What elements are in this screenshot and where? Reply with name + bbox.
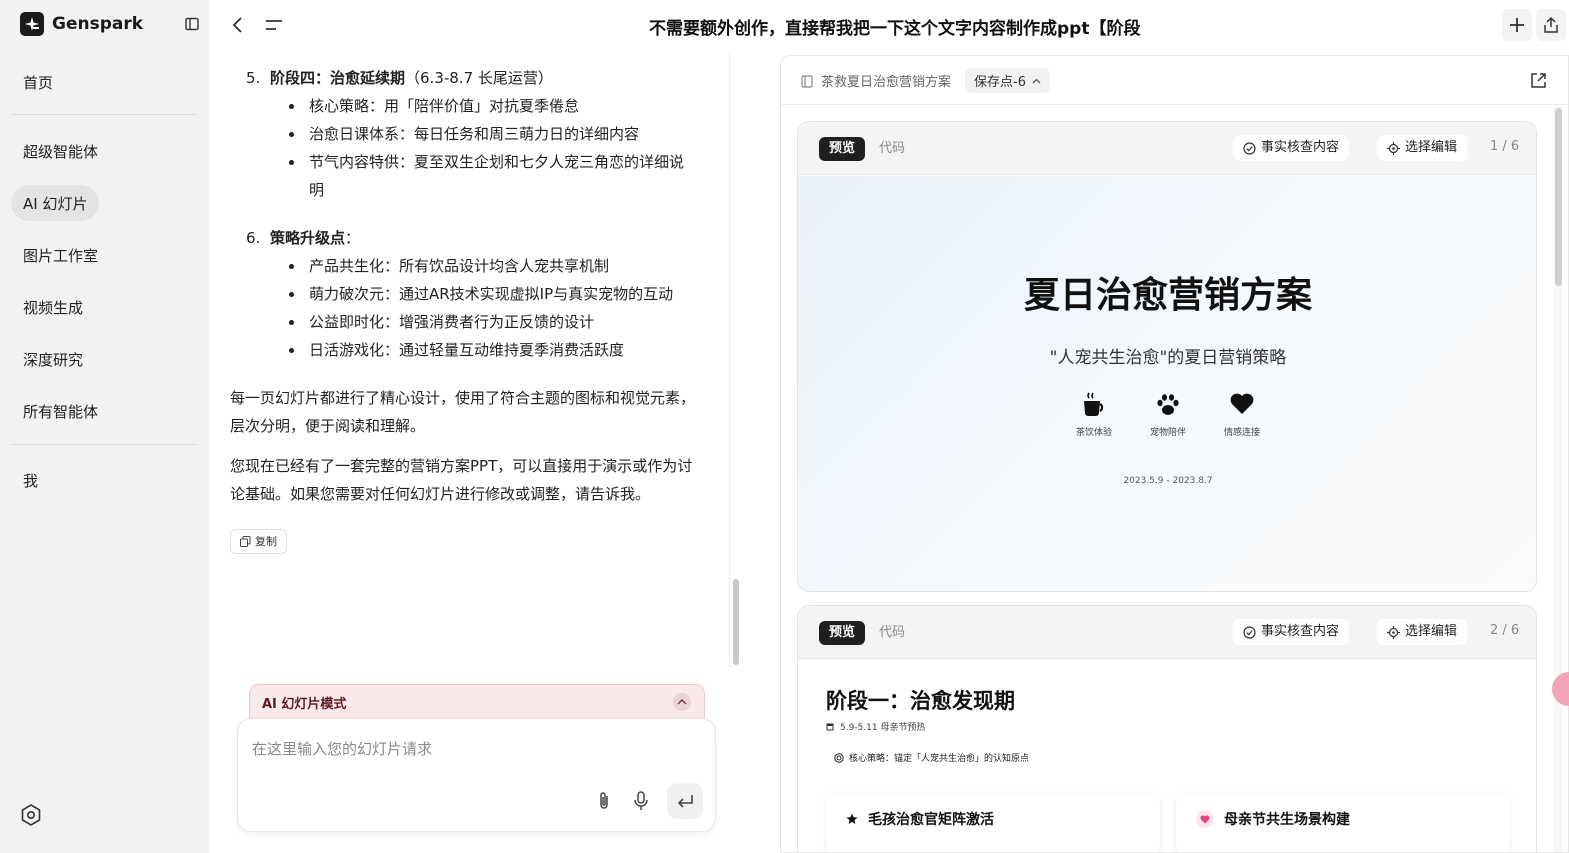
send-button[interactable] bbox=[667, 783, 703, 819]
save-point-dropdown[interactable]: 保存点-6 bbox=[965, 68, 1050, 93]
slide-date: 2023.5.9 - 2023.8.7 bbox=[1123, 476, 1213, 486]
slides-panel: 茶救夏日治愈营销方案 保存点-6 预览 代码 事实核查内容 选择编辑 1 / 6… bbox=[780, 55, 1569, 853]
sidebar-toggle-icon[interactable] bbox=[185, 16, 199, 35]
new-chat-button[interactable] bbox=[1502, 9, 1532, 41]
check-circle-icon bbox=[1243, 625, 1256, 639]
divider bbox=[11, 444, 197, 445]
chat-scrollbar[interactable] bbox=[733, 579, 739, 665]
tab-preview[interactable]: 预览 bbox=[819, 137, 866, 161]
copy-button[interactable]: 复制 bbox=[230, 529, 287, 554]
attach-icon[interactable] bbox=[597, 791, 611, 820]
enter-icon bbox=[677, 795, 693, 808]
document-name: 茶救夏日治愈营销方案 bbox=[821, 75, 952, 90]
slide-card-toolbar: 预览 代码 事实核查内容 选择编辑 1 / 6 bbox=[798, 122, 1536, 175]
strategy-box: 毛孩治愈官矩阵激活 bbox=[826, 794, 1160, 852]
target-icon bbox=[1387, 625, 1400, 639]
message-paragraph: 每一页幻灯片都进行了精心设计，使用了符合主题的图标和视觉元素， 层次分明，便于阅读… bbox=[230, 389, 696, 435]
share-button[interactable] bbox=[1536, 9, 1566, 41]
list-item-continuation: 明 bbox=[309, 181, 325, 199]
sidebar-item-image-studio[interactable]: 图片工作室 bbox=[11, 237, 110, 273]
input-placeholder: 在这里输入您的幻灯片请求 bbox=[252, 740, 433, 758]
select-edit-button[interactable]: 选择编辑 bbox=[1377, 619, 1468, 645]
header: 不需要额外创作，直接帮我把一下这个文字内容制作成ppt【阶段 bbox=[209, 0, 1569, 52]
divider bbox=[11, 114, 197, 115]
chat-panel: 5. 阶段四：治愈延续期（6.3-8.7 长尾运营） 核心策略：用「陪伴价值」对抗… bbox=[209, 52, 743, 853]
feature-item: 茶饮体验 bbox=[1054, 392, 1134, 440]
sidebar-item-ai-slides[interactable]: AI 幻灯片 bbox=[11, 185, 100, 221]
feature-item: 情感连接 bbox=[1202, 392, 1282, 440]
panel-toolbar: 茶救夏日治愈营销方案 保存点-6 bbox=[781, 56, 1568, 105]
slide-date: 5.9-5.11 母亲节预热 bbox=[826, 720, 925, 733]
coffee-cup-icon bbox=[1054, 392, 1134, 420]
brand[interactable]: Genspark bbox=[20, 12, 143, 36]
slide-title: 夏日治愈营销方案 bbox=[1023, 275, 1312, 316]
chat-scrollbar-track bbox=[729, 52, 730, 667]
menu-icon[interactable] bbox=[265, 17, 283, 37]
sidebar-item-super-agent[interactable]: 超级智能体 bbox=[11, 133, 110, 169]
share-icon bbox=[1544, 17, 1558, 33]
check-circle-icon bbox=[1243, 141, 1256, 155]
paw-icon bbox=[1128, 392, 1208, 420]
star-icon bbox=[846, 813, 858, 824]
heart-icon bbox=[1202, 392, 1282, 420]
core-strategy: 核心策略：锚定「人宠共生治愈」的认知原点 bbox=[834, 751, 1029, 764]
sidebar-item-video[interactable]: 视频生成 bbox=[11, 289, 95, 325]
sidebar: Genspark 首页 超级智能体 AI 幻灯片 图片工作室 视频生成 深度研究… bbox=[0, 0, 209, 853]
slide-card: 预览 代码 事实核查内容 选择编辑 2 / 6 阶段一：治愈发现期 5.9-5.… bbox=[797, 605, 1537, 852]
plus-icon bbox=[1510, 18, 1524, 32]
list-item: 6. 策略升级点： bbox=[246, 229, 361, 247]
collapse-icon[interactable] bbox=[673, 693, 691, 711]
prompt-input[interactable]: 在这里输入您的幻灯片请求 bbox=[237, 718, 716, 832]
sidebar-item-all-agents[interactable]: 所有智能体 bbox=[11, 393, 110, 429]
slide-card: 预览 代码 事实核查内容 选择编辑 1 / 6 夏日治愈营销方案 "人宠共生治愈… bbox=[797, 121, 1537, 592]
slide-preview[interactable]: 夏日治愈营销方案 "人宠共生治愈"的夏日营销策略 茶饮体验 宠物陪伴 情感连接 bbox=[798, 176, 1536, 591]
feature-item: 宠物陪伴 bbox=[1128, 392, 1208, 440]
copy-icon bbox=[240, 536, 251, 547]
page-title: 不需要额外创作，直接帮我把一下这个文字内容制作成ppt【阶段 bbox=[649, 19, 1141, 39]
page-indicator: 1 / 6 bbox=[1490, 139, 1520, 154]
genspark-logo-icon bbox=[20, 12, 44, 36]
panel-scrollbar[interactable] bbox=[1555, 108, 1562, 286]
mode-label: AI 幻灯片模式 bbox=[262, 697, 347, 712]
chevron-up-icon bbox=[1032, 78, 1041, 83]
tab-code[interactable]: 代码 bbox=[879, 137, 905, 161]
message-paragraph: 您现在已经有了一套完整的营销方案PPT，可以直接用于演示或作为讨 论基础。如果您需… bbox=[230, 457, 693, 503]
calendar-icon bbox=[826, 723, 834, 731]
sidebar-item-home[interactable]: 首页 bbox=[11, 64, 65, 100]
tab-code[interactable]: 代码 bbox=[879, 621, 905, 645]
sidebar-item-deep-research[interactable]: 深度研究 bbox=[11, 341, 95, 377]
target-icon bbox=[1387, 141, 1400, 155]
sidebar-item-me[interactable]: 我 bbox=[11, 462, 50, 498]
page-indicator: 2 / 6 bbox=[1490, 623, 1520, 638]
list-item: 5. 阶段四：治愈延续期（6.3-8.7 长尾运营） bbox=[246, 69, 553, 87]
slide-title: 阶段一：治愈发现期 bbox=[826, 689, 1015, 713]
bullseye-icon bbox=[834, 752, 844, 763]
heart-icon bbox=[1196, 810, 1214, 828]
fact-check-button[interactable]: 事实核查内容 bbox=[1233, 619, 1350, 645]
slide-card-toolbar: 预览 代码 事实核查内容 选择编辑 2 / 6 bbox=[798, 606, 1536, 659]
open-external-icon[interactable] bbox=[1530, 72, 1547, 93]
back-icon[interactable] bbox=[231, 15, 245, 39]
tab-preview[interactable]: 预览 bbox=[819, 621, 866, 645]
slide-preview[interactable]: 阶段一：治愈发现期 5.9-5.11 母亲节预热 核心策略：锚定「人宠共生治愈」… bbox=[798, 660, 1536, 852]
settings-icon[interactable] bbox=[19, 803, 43, 831]
slide-subtitle: "人宠共生治愈"的夏日营销策略 bbox=[1049, 348, 1287, 368]
select-edit-button[interactable]: 选择编辑 bbox=[1377, 135, 1468, 161]
strategy-box: 母亲节共生场景构建 bbox=[1176, 794, 1510, 852]
fact-check-button[interactable]: 事实核查内容 bbox=[1233, 135, 1350, 161]
microphone-icon[interactable] bbox=[633, 791, 649, 820]
document-icon bbox=[801, 73, 813, 92]
brand-name: Genspark bbox=[52, 14, 144, 34]
